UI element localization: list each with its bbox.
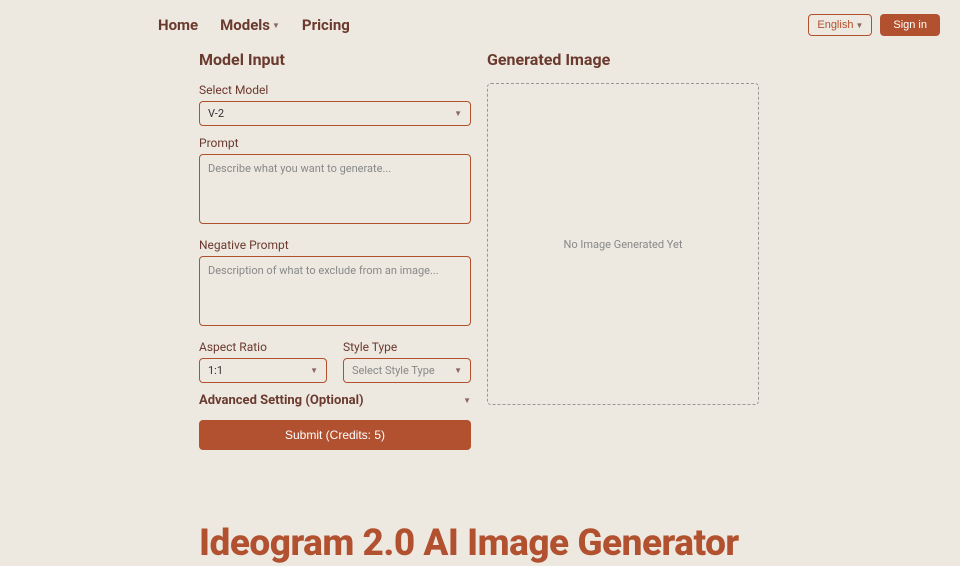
nav-models-label: Models — [220, 16, 270, 34]
generated-image-empty: No Image Generated Yet — [564, 238, 683, 251]
generated-image-title: Generated Image — [487, 50, 759, 69]
language-selector[interactable]: English ▼ — [808, 14, 872, 36]
nav-home[interactable]: Home — [158, 16, 198, 34]
chevron-down-icon: ▼ — [855, 21, 863, 30]
advanced-settings-label: Advanced Setting (Optional) — [199, 393, 364, 408]
chevron-down-icon: ▼ — [463, 396, 471, 405]
header: Home Models ▼ Pricing English ▼ Sign in — [0, 0, 960, 50]
nav: Home Models ▼ Pricing — [158, 16, 350, 34]
generated-image-panel: Generated Image No Image Generated Yet — [487, 50, 759, 450]
hero-title: Ideogram 2.0 AI Image Generator — [199, 522, 761, 566]
hero: Ideogram 2.0 AI Image Generator — [0, 450, 960, 566]
chevron-down-icon: ▼ — [272, 21, 280, 30]
aspect-ratio-label: Aspect Ratio — [199, 340, 327, 354]
negative-prompt-field: Negative Prompt — [199, 238, 471, 330]
signin-button[interactable]: Sign in — [880, 14, 940, 36]
advanced-settings-toggle[interactable]: Advanced Setting (Optional) ▼ — [199, 393, 471, 408]
chevron-down-icon: ▼ — [454, 109, 462, 118]
style-type-dropdown[interactable]: Select Style Type ▼ — [343, 358, 471, 383]
aspect-ratio-value: 1:1 — [208, 364, 223, 377]
select-model-dropdown[interactable]: V-2 ▼ — [199, 101, 471, 126]
model-input-title: Model Input — [199, 50, 471, 69]
prompt-field: Prompt — [199, 136, 471, 228]
negative-prompt-label: Negative Prompt — [199, 238, 471, 252]
prompt-label: Prompt — [199, 136, 471, 150]
generated-image-box: No Image Generated Yet — [487, 83, 759, 405]
submit-button[interactable]: Submit (Credits: 5) — [199, 420, 471, 450]
header-right: English ▼ Sign in — [808, 14, 940, 36]
ratio-style-row: Aspect Ratio 1:1 ▼ Style Type Select Sty… — [199, 340, 471, 383]
nav-models[interactable]: Models ▼ — [220, 16, 280, 34]
negative-prompt-input[interactable] — [199, 256, 471, 326]
model-input-panel: Model Input Select Model V-2 ▼ Prompt Ne… — [199, 50, 471, 450]
aspect-ratio-dropdown[interactable]: 1:1 ▼ — [199, 358, 327, 383]
style-type-label: Style Type — [343, 340, 471, 354]
chevron-down-icon: ▼ — [310, 366, 318, 375]
style-type-placeholder: Select Style Type — [352, 364, 435, 377]
prompt-input[interactable] — [199, 154, 471, 224]
chevron-down-icon: ▼ — [454, 366, 462, 375]
style-type-field: Style Type Select Style Type ▼ — [343, 340, 471, 383]
main: Model Input Select Model V-2 ▼ Prompt Ne… — [0, 50, 960, 450]
select-model-field: Select Model V-2 ▼ — [199, 83, 471, 126]
select-model-label: Select Model — [199, 83, 471, 97]
aspect-ratio-field: Aspect Ratio 1:1 ▼ — [199, 340, 327, 383]
select-model-value: V-2 — [208, 107, 224, 120]
nav-pricing[interactable]: Pricing — [302, 16, 350, 34]
language-label: English — [817, 19, 853, 31]
